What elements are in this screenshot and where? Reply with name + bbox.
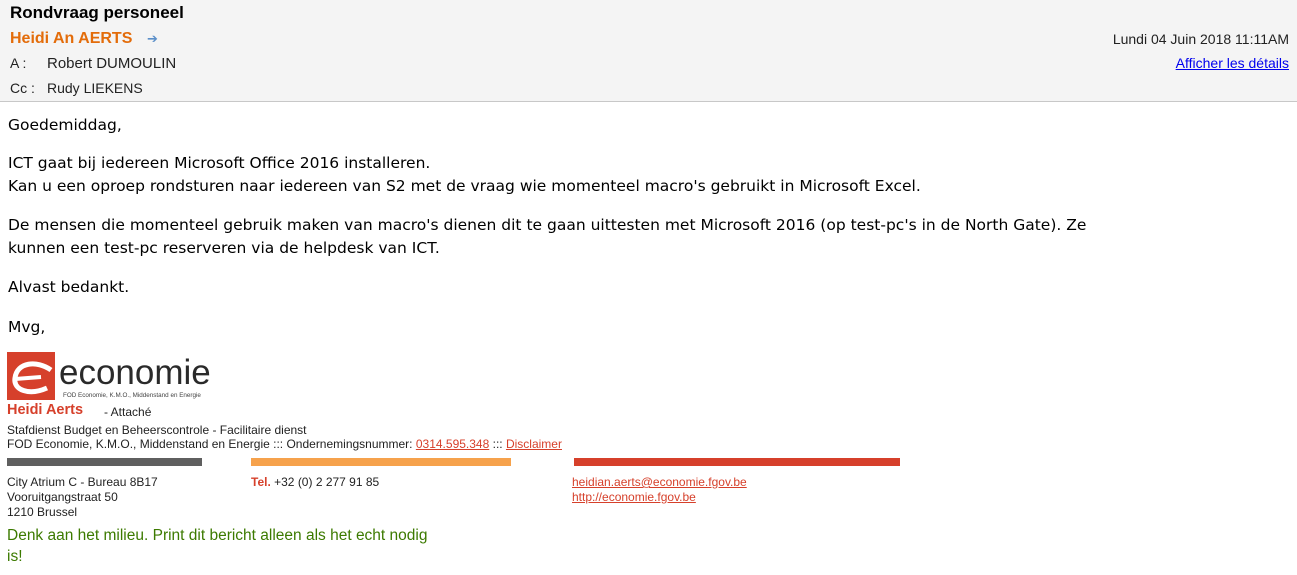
- body-paragraph-1-line-2: Kan u een oproep rondsturen naar iederee…: [8, 177, 921, 195]
- org-prefix: FOD Economie, K.M.O., Middenstand en Ene…: [7, 437, 413, 451]
- body-paragraph-2-line-1: De mensen die momenteel gebruik maken va…: [8, 216, 1087, 234]
- website-link[interactable]: http://economie.fgov.be: [572, 490, 747, 505]
- economie-logo: economie FOD Economie, K.M.O., Middensta…: [7, 352, 211, 400]
- to-recipient[interactable]: Robert DUMOULIN: [47, 55, 176, 72]
- signature-phone: Tel. +32 (0) 2 277 91 85: [251, 475, 379, 490]
- logo-subtitle: FOD Economie, K.M.O., Middenstand en Ene…: [63, 392, 201, 399]
- body-paragraph-1-line-1: ICT gaat bij iedereen Microsoft Office 2…: [8, 154, 431, 172]
- disclaimer-link[interactable]: Disclaimer: [506, 437, 562, 451]
- company-number-link[interactable]: 0314.595.348: [416, 437, 489, 451]
- org-separator: :::: [492, 437, 503, 451]
- logo-wordmark: economie: [59, 353, 211, 392]
- signature-bar-orange: [251, 458, 511, 466]
- tel-label: Tel.: [251, 475, 271, 489]
- message-header: Rondvraag personeel Heidi An AERTS ➔ A :…: [0, 0, 1297, 102]
- signature-bar-red: [574, 458, 900, 466]
- eco-notice: Denk aan het milieu. Print dit bericht a…: [7, 527, 428, 565]
- signature-bar-gray: [7, 458, 202, 466]
- closing-line: Mvg,: [8, 318, 46, 336]
- greeting: Goedemiddag,: [8, 116, 122, 134]
- message-subject: Rondvraag personeel: [10, 3, 184, 22]
- address-line-3: 1210 Brussel: [7, 505, 78, 519]
- thanks-line: Alvast bedankt.: [8, 278, 130, 296]
- address-line-2: Vooruitgangstraat 50: [7, 490, 118, 504]
- show-details-link[interactable]: Afficher les détails: [1176, 55, 1289, 71]
- signature-role: - Attaché: [104, 405, 152, 419]
- cc-recipient[interactable]: Rudy LIEKENS: [47, 80, 143, 96]
- body-paragraph-2-line-2: kunnen een test-pc reserveren via de hel…: [8, 239, 440, 257]
- to-label: A :: [10, 55, 27, 71]
- message-date: Lundi 04 Juin 2018 11:11AM: [1112, 31, 1289, 47]
- cc-label: Cc :: [10, 80, 35, 96]
- signature-web: heidian.aerts@economie.fgov.be http://ec…: [572, 475, 747, 505]
- signature-address: City Atrium C - Bureau 8B17 Vooruitgangs…: [7, 475, 158, 520]
- sender-arrow-icon[interactable]: ➔: [147, 32, 158, 47]
- address-line-1: City Atrium C - Bureau 8B17: [7, 475, 158, 489]
- signature-name: Heidi Aerts: [7, 402, 84, 418]
- tel-value: +32 (0) 2 277 91 85: [274, 475, 380, 489]
- signature-department: Stafdienst Budget en Beheerscontrole - F…: [7, 423, 307, 437]
- email-link[interactable]: heidian.aerts@economie.fgov.be: [572, 475, 747, 490]
- sender-name[interactable]: Heidi An AERTS: [10, 30, 132, 48]
- signature-organization: FOD Economie, K.M.O., Middenstand en Ene…: [7, 437, 562, 451]
